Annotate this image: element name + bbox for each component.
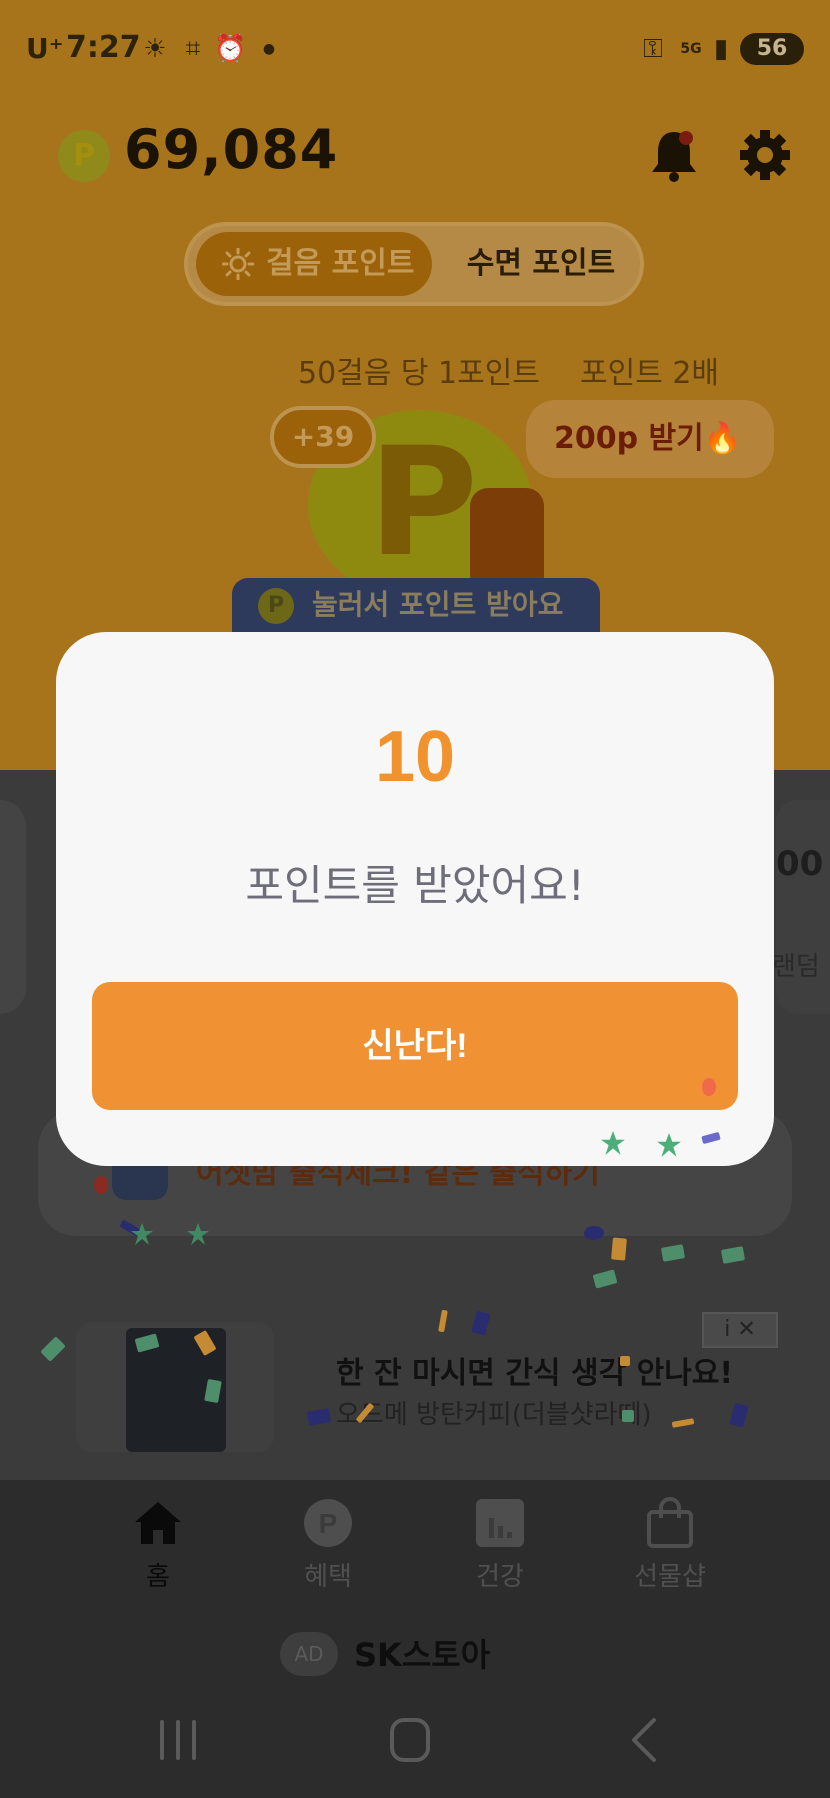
signal-icon: ▮ xyxy=(713,34,729,64)
weather-icon: ☀ xyxy=(143,34,167,64)
tooltip-text: 눌러서 포인트 받아요 xyxy=(312,588,564,621)
dialog-message: 포인트를 받았어요! xyxy=(245,861,585,910)
tap-tooltip: P 눌러서 포인트 받아요 xyxy=(232,578,600,632)
status-bar: U⁺ 7:27 ☀ ⌗ ⏰ ● ⚿ 5G ▮ 56 xyxy=(0,0,830,100)
confetti-piece xyxy=(622,1410,634,1422)
confetti-piece xyxy=(611,1237,627,1261)
sun-icon xyxy=(222,248,254,280)
nav-home-label: 홈 xyxy=(146,1562,170,1592)
tab-walking-points[interactable]: 걸음 포인트 xyxy=(196,232,432,296)
key-icon: ⚿ xyxy=(643,34,663,64)
svg-text:P: P xyxy=(319,1508,338,1539)
tooltip-coin-icon: P xyxy=(258,588,294,624)
nav-benefits-label: 혜택 xyxy=(304,1562,352,1592)
recent-apps-icon[interactable] xyxy=(148,1716,208,1764)
screenshot-icon: ⌗ xyxy=(185,34,201,64)
home-button-icon[interactable] xyxy=(380,1716,440,1764)
clock: 7:27 xyxy=(66,30,141,65)
claim-200p-button[interactable]: 200p 받기🔥 xyxy=(526,400,774,478)
carrier-label: U⁺ xyxy=(26,32,64,65)
carousel-card-value: 00 xyxy=(776,844,824,884)
tab-sleep-points[interactable]: 수면 포인트 xyxy=(456,232,626,296)
chart-icon xyxy=(476,1499,524,1547)
nav-health[interactable]: 건강 xyxy=(450,1496,550,1596)
battery-indicator: 56 xyxy=(740,33,804,65)
carousel-card-left[interactable] xyxy=(0,800,26,1014)
rate-text: 50걸음 당 1포인트 xyxy=(298,356,540,391)
confetti-star xyxy=(187,1223,209,1245)
confetti-star xyxy=(657,1133,681,1157)
bonus-badge: +39 xyxy=(270,406,376,468)
reward-dialog: 10 포인트를 받았어요! 신난다! xyxy=(56,632,774,1166)
confetti-piece xyxy=(702,1078,716,1096)
nav-benefits[interactable]: P 혜택 xyxy=(278,1496,378,1596)
nav-gift-shop-label: 선물샵 xyxy=(634,1562,706,1592)
ad-subtitle: 오드메 방탄커피(더블샷라떼) xyxy=(336,1400,652,1430)
dialog-points-value: 10 xyxy=(374,717,456,797)
nav-health-label: 건강 xyxy=(476,1562,524,1592)
ad-chip: AD xyxy=(280,1632,338,1676)
nav-home[interactable]: 홈 xyxy=(108,1496,208,1596)
back-icon[interactable] xyxy=(614,1716,674,1764)
nav-gift-shop[interactable]: 선물샵 xyxy=(620,1496,720,1596)
points-icon: P xyxy=(304,1499,352,1547)
ad-footer[interactable]: AD SK스토아 xyxy=(280,1628,520,1678)
alarm-icon: ⏰ xyxy=(214,34,247,64)
ad-store-name: SK스토아 xyxy=(354,1636,491,1674)
confirm-button[interactable]: 신난다! xyxy=(92,982,738,1110)
shopping-bag-icon xyxy=(647,1497,693,1548)
network-label: 5G xyxy=(680,41,702,57)
mode-toggle: 걸음 포인트 수면 포인트 xyxy=(184,222,644,306)
confetti-piece xyxy=(584,1226,604,1240)
confetti-piece xyxy=(94,1176,108,1194)
confetti-piece xyxy=(620,1356,630,1366)
confetti-star xyxy=(601,1131,625,1155)
bell-icon[interactable] xyxy=(648,128,700,182)
dot-icon: ● xyxy=(262,41,276,57)
carousel-card-sub: 랜덤 xyxy=(772,952,820,982)
home-icon xyxy=(135,1502,181,1544)
reward-coin-letter: P xyxy=(368,416,478,590)
points-total: 69,084 xyxy=(124,118,339,181)
tab-walking-label: 걸음 포인트 xyxy=(266,246,415,281)
ad-info-close-badge[interactable]: i ✕ xyxy=(702,1312,778,1348)
ad-title[interactable]: 한 잔 마시면 간식 생각 안나요! xyxy=(336,1348,733,1392)
gear-icon[interactable] xyxy=(738,128,792,182)
sneaker-icon xyxy=(470,488,544,584)
double-points-text: 포인트 2배 xyxy=(580,356,720,391)
points-coin-icon: P xyxy=(58,130,110,182)
confetti-star xyxy=(131,1223,153,1245)
